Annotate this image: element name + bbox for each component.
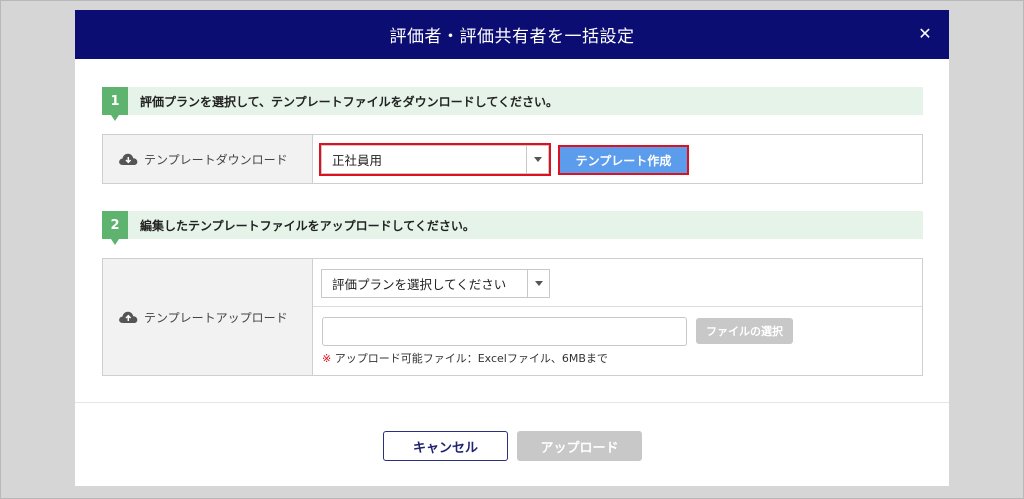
- upload-label-cell: テンプレートアップロード: [103, 259, 313, 375]
- step-1-instruction: 評価プランを選択して、テンプレートファイルをダウンロードしてください。: [140, 94, 558, 109]
- download-label: テンプレートダウンロード: [144, 152, 288, 167]
- step-2-number: 2: [102, 211, 128, 245]
- file-path-input[interactable]: [322, 317, 687, 346]
- plan-select-download[interactable]: 正社員用: [319, 143, 551, 176]
- note-text: アップロード可能ファイル：Excelファイル、6MBまで: [334, 352, 608, 365]
- upload-note: ※ アップロード可能ファイル：Excelファイル、6MBまで: [322, 350, 608, 366]
- upload-controls: 評価プランを選択してください ファイルの選択 ※ アップロード可能ファイル：Ex…: [313, 259, 922, 375]
- plan-select-upload[interactable]: 評価プランを選択してください: [321, 269, 550, 298]
- chevron-down-icon: [526, 146, 548, 173]
- cloud-upload-icon: [119, 311, 138, 323]
- modal-title: 評価者・評価共有者を一括設定: [389, 27, 635, 47]
- create-template-button[interactable]: テンプレート作成: [558, 145, 689, 175]
- plan-select-upload-value: 評価プランを選択してください: [332, 277, 507, 292]
- chevron-down-icon: [527, 270, 549, 297]
- modal-header: 評価者・評価共有者を一括設定 ✕: [75, 10, 949, 59]
- download-row: テンプレートダウンロード 正社員用 テンプレート作成: [102, 134, 923, 184]
- upload-plan-section: 評価プランを選択してください: [313, 259, 922, 307]
- step-2-instruction: 編集したテンプレートファイルをアップロードしてください。: [140, 218, 475, 233]
- upload-label: テンプレートアップロード: [144, 310, 288, 325]
- plan-select-download-value: 正社員用: [332, 153, 383, 168]
- note-mark: ※: [322, 352, 332, 365]
- close-icon[interactable]: ✕: [915, 24, 935, 44]
- upload-row: テンプレートアップロード 評価プランを選択してください ファイルの選択 ※ アッ…: [102, 258, 923, 376]
- cloud-download-icon: [119, 153, 138, 165]
- step-1-number: 1: [102, 87, 128, 121]
- bulk-settings-modal: 評価者・評価共有者を一括設定 ✕ 1 評価プランを選択して、テンプレートファイル…: [75, 10, 949, 486]
- cancel-button[interactable]: キャンセル: [383, 431, 508, 461]
- footer-divider: [75, 402, 949, 403]
- download-label-cell: テンプレートダウンロード: [103, 135, 313, 183]
- step-2-header: 2 編集したテンプレートファイルをアップロードしてください。: [102, 211, 923, 245]
- download-controls: 正社員用 テンプレート作成: [313, 135, 922, 183]
- choose-file-button[interactable]: ファイルの選択: [696, 318, 793, 344]
- upload-button[interactable]: アップロード: [517, 431, 642, 461]
- step-1-header: 1 評価プランを選択して、テンプレートファイルをダウンロードしてください。: [102, 87, 923, 121]
